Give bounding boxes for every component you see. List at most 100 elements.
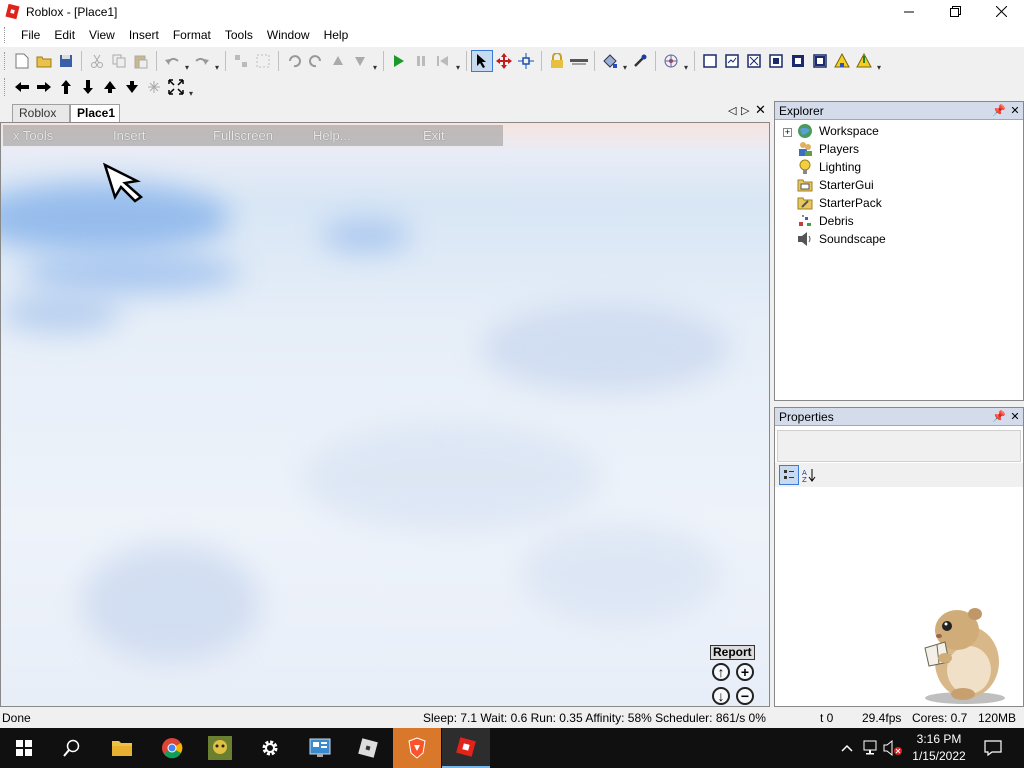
- copy-icon[interactable]: [108, 50, 130, 72]
- toolbar-overflow-icon[interactable]: ▾: [371, 50, 379, 72]
- camera-zoom-out-button[interactable]: −: [736, 687, 754, 705]
- show-hidden-icons-button[interactable]: [838, 728, 856, 768]
- taskbar-game-app[interactable]: [196, 728, 244, 768]
- menu-tools[interactable]: Tools: [218, 23, 260, 47]
- paint-bucket-icon[interactable]: [599, 50, 621, 72]
- undo-dropdown-icon[interactable]: ▾: [183, 50, 191, 72]
- surface-studs-icon[interactable]: [765, 50, 787, 72]
- arrow-left-icon[interactable]: [11, 76, 33, 98]
- surface-tool-icon[interactable]: [660, 50, 682, 72]
- menu-format[interactable]: Format: [166, 23, 218, 47]
- tab-scroll-left-icon[interactable]: ◁: [728, 104, 736, 117]
- taskbar-clock[interactable]: 3:16 PM 1/15/2022: [903, 731, 975, 765]
- move-down-icon[interactable]: [349, 50, 371, 72]
- explorer-item-soundscape[interactable]: Soundscape: [797, 230, 886, 248]
- report-button[interactable]: Report: [710, 645, 755, 660]
- explorer-item-starterpack[interactable]: StarterPack: [797, 194, 882, 212]
- move-tool-icon[interactable]: [493, 50, 515, 72]
- select-tool-icon[interactable]: [471, 50, 493, 72]
- gui-fullscreen-button[interactable]: Fullscreen: [213, 128, 273, 143]
- tab-roblox[interactable]: Roblox: [12, 104, 70, 122]
- gui-help-button[interactable]: Help...: [313, 128, 351, 143]
- menu-insert[interactable]: Insert: [122, 23, 166, 47]
- tab-place1[interactable]: Place1: [70, 104, 120, 122]
- volume-tray-button[interactable]: [882, 728, 904, 768]
- redo-icon[interactable]: [191, 50, 213, 72]
- workspace-expand-icon[interactable]: +: [783, 128, 792, 137]
- surface-overflow-icon[interactable]: ▾: [875, 50, 883, 72]
- taskbar-settings[interactable]: [246, 728, 294, 768]
- new-file-icon[interactable]: [11, 50, 33, 72]
- surface-glue-icon[interactable]: [721, 50, 743, 72]
- surface-inlet-icon[interactable]: [787, 50, 809, 72]
- explorer-close-icon[interactable]: ✕: [1007, 104, 1023, 117]
- network-tray-button[interactable]: [860, 728, 880, 768]
- resize-tool-icon[interactable]: [515, 50, 537, 72]
- categorized-view-icon[interactable]: [779, 465, 799, 485]
- rotate-right-icon[interactable]: [305, 50, 327, 72]
- camera-up-icon[interactable]: [99, 76, 121, 98]
- menu-edit[interactable]: Edit: [47, 23, 82, 47]
- explorer-item-debris[interactable]: Debris: [797, 212, 854, 230]
- surface-front-icon[interactable]: [699, 50, 721, 72]
- lock-icon[interactable]: [546, 50, 568, 72]
- reset-icon[interactable]: [432, 50, 454, 72]
- cut-icon[interactable]: [86, 50, 108, 72]
- redo-dropdown-icon[interactable]: ▾: [213, 50, 221, 72]
- menu-file[interactable]: File: [14, 23, 47, 47]
- menu-view[interactable]: View: [82, 23, 122, 47]
- zoom-extents-icon[interactable]: [165, 76, 187, 98]
- properties-close-icon[interactable]: ✕: [1007, 410, 1023, 423]
- zoom-in-icon[interactable]: [143, 76, 165, 98]
- explorer-item-players[interactable]: Players: [797, 140, 859, 158]
- menu-window[interactable]: Window: [260, 23, 317, 47]
- surface-weld-icon[interactable]: [743, 50, 765, 72]
- explorer-item-lighting[interactable]: Lighting: [797, 158, 861, 176]
- paint-dropdown-icon[interactable]: ▾: [621, 50, 629, 72]
- dropper-icon[interactable]: [629, 50, 651, 72]
- 3d-viewport[interactable]: x Tools Insert Fullscreen Help... Exit R…: [0, 122, 770, 707]
- ungroup-icon[interactable]: [252, 50, 274, 72]
- tab-close-icon[interactable]: ✕: [755, 102, 766, 118]
- pause-icon[interactable]: [410, 50, 432, 72]
- play-icon[interactable]: [388, 50, 410, 72]
- arrow-up-icon[interactable]: [55, 76, 77, 98]
- search-button[interactable]: [48, 728, 96, 768]
- start-button[interactable]: [0, 728, 48, 768]
- surface-hinge-icon[interactable]: [809, 50, 831, 72]
- notifications-button[interactable]: [978, 728, 1008, 768]
- camera-down-icon[interactable]: [121, 76, 143, 98]
- camera-toolbar-overflow-icon[interactable]: ▾: [187, 76, 195, 98]
- paste-icon[interactable]: [130, 50, 152, 72]
- open-folder-icon[interactable]: [33, 50, 55, 72]
- surface-motor-icon[interactable]: [831, 50, 853, 72]
- minimize-button[interactable]: [886, 0, 932, 23]
- arrow-down-icon[interactable]: [77, 76, 99, 98]
- gui-tools-button[interactable]: x Tools: [13, 128, 53, 143]
- menu-help[interactable]: Help: [317, 23, 356, 47]
- explorer-item-startergui[interactable]: StarterGui: [797, 176, 874, 194]
- taskbar-roblox-player[interactable]: [344, 728, 392, 768]
- surface-smooth-icon[interactable]: [853, 50, 875, 72]
- close-button[interactable]: [978, 0, 1024, 23]
- surface-dropdown-icon[interactable]: ▾: [682, 50, 690, 72]
- save-icon[interactable]: [55, 50, 77, 72]
- gui-insert-button[interactable]: Insert: [113, 128, 146, 143]
- tab-scroll-right-icon[interactable]: ▷: [741, 104, 749, 117]
- camera-tilt-down-button[interactable]: ↓: [712, 687, 730, 705]
- camera-tilt-up-button[interactable]: ↑: [712, 663, 730, 681]
- undo-icon[interactable]: [161, 50, 183, 72]
- move-up-icon[interactable]: [327, 50, 349, 72]
- run-dropdown-icon[interactable]: ▾: [454, 50, 462, 72]
- explorer-item-workspace[interactable]: Workspace: [797, 122, 879, 140]
- taskbar-brave-browser[interactable]: [393, 728, 441, 768]
- taskbar-roblox-studio[interactable]: [442, 728, 490, 768]
- pin-icon[interactable]: 📌: [991, 410, 1007, 423]
- taskbar-file-explorer[interactable]: [98, 728, 146, 768]
- camera-zoom-in-button[interactable]: +: [736, 663, 754, 681]
- alphabetical-sort-icon[interactable]: AZ: [799, 465, 819, 485]
- pin-icon[interactable]: 📌: [991, 104, 1007, 117]
- group-icon[interactable]: [230, 50, 252, 72]
- taskbar-control-panel[interactable]: [296, 728, 344, 768]
- rotate-left-icon[interactable]: [283, 50, 305, 72]
